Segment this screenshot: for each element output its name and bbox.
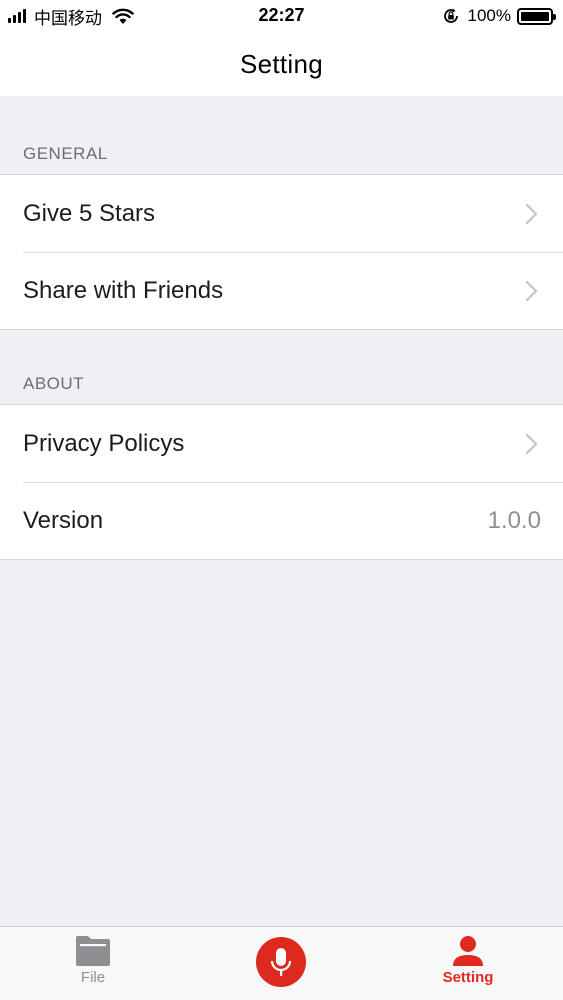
tab-label: File (80, 969, 106, 986)
settings-group-general: Give 5 Stars Share with Friends (0, 174, 563, 330)
navigation-bar: Setting (0, 32, 563, 96)
settings-screen: 中国移动 22:27 100% Setting GENERAL Give 5 S… (0, 0, 563, 1000)
settings-group-about: Privacy Policys Version 1.0.0 (0, 404, 563, 560)
status-bar: 中国移动 22:27 100% (0, 0, 563, 32)
section-header-about: ABOUT (23, 374, 85, 393)
row-label: Share with Friends (23, 276, 224, 304)
record-button[interactable] (256, 937, 306, 987)
row-label: Give 5 Stars (23, 199, 156, 227)
tab-label: Setting (442, 969, 494, 986)
version-value: 1.0.0 (487, 506, 541, 534)
person-icon (453, 936, 483, 966)
give-5-stars-row[interactable]: Give 5 Stars (0, 175, 563, 252)
chevron-right-icon (525, 433, 538, 454)
microphone-icon (270, 948, 292, 976)
status-right: 100% (442, 5, 556, 27)
row-label: Version (23, 506, 104, 534)
share-with-friends-row[interactable]: Share with Friends (0, 252, 563, 329)
battery-icon (517, 7, 556, 25)
page-title: Setting (239, 48, 324, 79)
chevron-right-icon (525, 280, 538, 301)
privacy-policy-row[interactable]: Privacy Policys (0, 405, 563, 482)
version-row: Version 1.0.0 (0, 482, 563, 559)
battery-percent: 100% (467, 6, 511, 25)
tab-file[interactable]: File (43, 927, 143, 1000)
section-header-general: GENERAL (23, 144, 108, 163)
tab-setting[interactable]: Setting (418, 927, 518, 1000)
row-label: Privacy Policys (23, 429, 185, 457)
rotation-lock-icon (443, 8, 458, 23)
battery-level (521, 11, 549, 21)
chevron-right-icon (525, 203, 538, 224)
folder-icon (76, 936, 110, 966)
